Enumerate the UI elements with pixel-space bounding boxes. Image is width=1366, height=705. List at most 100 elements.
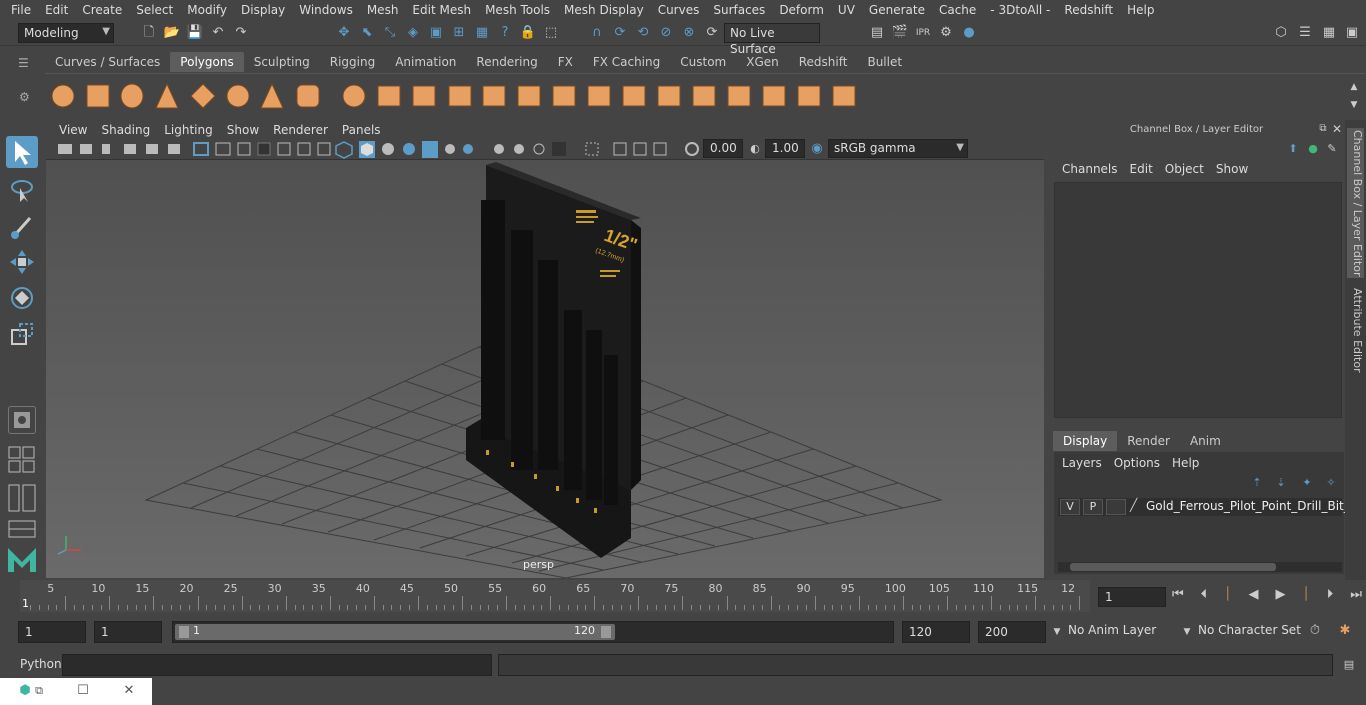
lasso-icon[interactable]: ⟳ bbox=[611, 24, 629, 42]
menu-cache[interactable]: Cache bbox=[932, 3, 983, 17]
menu-generate[interactable]: Generate bbox=[862, 3, 932, 17]
menu-select[interactable]: Select bbox=[129, 3, 180, 17]
menu-display[interactable]: Display bbox=[234, 3, 292, 17]
exposure-field[interactable]: 0.00 bbox=[703, 139, 743, 158]
lock-icon[interactable]: 🔒 bbox=[519, 24, 537, 42]
four-view-icon[interactable] bbox=[8, 446, 36, 474]
select-by-object-icon[interactable]: ⬉ bbox=[358, 24, 376, 42]
menu-modify[interactable]: Modify bbox=[180, 3, 234, 17]
colorspace-dropdown[interactable]: sRGB gamma ▼ bbox=[828, 139, 968, 158]
new-layer-icon[interactable]: ✦ bbox=[1298, 474, 1316, 492]
close-panel-icon[interactable]: ✕ bbox=[1328, 120, 1346, 138]
menu--3dtoall-[interactable]: - 3DtoAll - bbox=[983, 3, 1057, 17]
layer-row[interactable]: V P ╱ Gold_Ferrous_Pilot_Point_Drill_Bit… bbox=[1058, 498, 1365, 516]
range-slider-handle[interactable]: 1 120 bbox=[175, 624, 615, 640]
color-management-icon[interactable]: ◉ bbox=[808, 140, 826, 158]
menu-curves[interactable]: Curves bbox=[651, 3, 707, 17]
layer-visibility-toggle[interactable]: V bbox=[1060, 499, 1080, 515]
viewport-menu-show[interactable]: Show bbox=[220, 123, 266, 137]
menu-help[interactable]: Help bbox=[1120, 3, 1161, 17]
help-icon[interactable]: ? bbox=[496, 24, 514, 42]
workspace-icon[interactable]: ⬡ bbox=[1272, 24, 1290, 42]
layer-tab-display[interactable]: Display bbox=[1053, 431, 1118, 451]
step-back-key-icon[interactable]: ⏴ bbox=[1201, 587, 1208, 607]
step-forward-key-icon[interactable]: ⏵ bbox=[1327, 587, 1334, 607]
move-tool-icon[interactable] bbox=[6, 246, 38, 278]
magnet-icon[interactable]: ∩ bbox=[588, 24, 606, 42]
menu-edit[interactable]: Edit bbox=[38, 3, 75, 17]
gamma-icon[interactable]: ◐ bbox=[746, 140, 764, 158]
channel-menu-object[interactable]: Object bbox=[1159, 162, 1210, 176]
viewport-menu-shading[interactable]: Shading bbox=[94, 123, 157, 137]
shelf-scroll-down-icon[interactable]: ▼ bbox=[1345, 96, 1363, 114]
script-language-label[interactable]: Python bbox=[20, 657, 62, 671]
outliner-layout-icon[interactable] bbox=[8, 520, 36, 538]
scene-start-field[interactable]: 1 bbox=[18, 621, 86, 643]
toggle-attribute-icon[interactable]: ▦ bbox=[1320, 24, 1338, 42]
current-frame-field[interactable]: 1 bbox=[1098, 587, 1166, 607]
new-layer-selected-icon[interactable]: ✧ bbox=[1322, 474, 1340, 492]
go-to-end-icon[interactable]: ⏭ bbox=[1350, 587, 1362, 607]
tab-custom[interactable]: Custom bbox=[670, 52, 736, 72]
play-forwards-icon[interactable]: ▶ bbox=[1275, 587, 1285, 607]
maximize-window-icon[interactable]: ☐ bbox=[74, 682, 92, 700]
scene-end-field[interactable]: 200 bbox=[978, 621, 1046, 643]
command-input[interactable] bbox=[62, 654, 492, 676]
paint-select-tool-icon[interactable] bbox=[6, 210, 38, 242]
tab-rigging[interactable]: Rigging bbox=[320, 52, 385, 72]
shelf-scroll-up-icon[interactable]: ▲ bbox=[1345, 78, 1363, 96]
layer-menu-help[interactable]: Help bbox=[1166, 456, 1205, 470]
pick-icon[interactable]: ⬚ bbox=[542, 24, 560, 42]
timeline-ruler[interactable]: 5 10 15 20 25 30 35 40 45 50 55 60 65 70 75 80 85 90 95 100… bbox=[20, 580, 1090, 612]
layer-menu-layers[interactable]: Layers bbox=[1056, 456, 1108, 470]
chevron-down-icon[interactable]: ▼ bbox=[1178, 623, 1196, 641]
viewport-menu-renderer[interactable]: Renderer bbox=[266, 123, 335, 137]
close-window-icon[interactable]: ✕ bbox=[120, 682, 138, 700]
snap-grid-icon[interactable]: ◈ bbox=[404, 24, 422, 42]
paint-select-icon[interactable]: ⟲ bbox=[634, 24, 652, 42]
move-layer-down-icon[interactable]: ⇣ bbox=[1272, 474, 1290, 492]
tab-bullet[interactable]: Bullet bbox=[857, 52, 912, 72]
symmetry-icon[interactable]: ⊗ bbox=[680, 24, 698, 42]
menu-uv[interactable]: UV bbox=[831, 3, 862, 17]
toggle-channelbox-icon[interactable]: ▣ bbox=[1343, 24, 1361, 42]
range-handle-right[interactable] bbox=[601, 626, 611, 638]
layer-tab-render[interactable]: Render bbox=[1117, 431, 1180, 451]
playback-end-field[interactable]: 120 bbox=[902, 621, 970, 643]
shelf-settings-icon[interactable]: ⚙ bbox=[19, 90, 30, 104]
tab-polygons[interactable]: Polygons bbox=[170, 52, 244, 72]
tab-redshift[interactable]: Redshift bbox=[789, 52, 858, 72]
channel-menu-show[interactable]: Show bbox=[1210, 162, 1254, 176]
channel-menu-edit[interactable]: Edit bbox=[1124, 162, 1159, 176]
select-by-component-icon[interactable]: ⤡ bbox=[381, 24, 399, 42]
snap-view-icon[interactable]: ▦ bbox=[473, 24, 491, 42]
menu-create[interactable]: Create bbox=[75, 3, 129, 17]
lasso-tool-icon[interactable] bbox=[6, 174, 38, 206]
layer-type-toggle[interactable] bbox=[1106, 499, 1126, 515]
tab-xgen[interactable]: XGen bbox=[736, 52, 789, 72]
playback-start-field[interactable]: 1 bbox=[94, 621, 162, 643]
save-scene-icon[interactable]: 💾 bbox=[186, 24, 204, 42]
soft-select-icon[interactable]: ⊘ bbox=[657, 24, 675, 42]
menu-edit-mesh[interactable]: Edit Mesh bbox=[405, 3, 478, 17]
layer-menu-options[interactable]: Options bbox=[1108, 456, 1166, 470]
go-to-start-icon[interactable]: ⏮ bbox=[1172, 587, 1184, 607]
menu-mesh-display[interactable]: Mesh Display bbox=[557, 3, 651, 17]
gamma-field[interactable]: 1.00 bbox=[765, 139, 805, 158]
viewport-menu-view[interactable]: View bbox=[52, 123, 94, 137]
anim-layer-dropdown[interactable]: No Anim Layer bbox=[1068, 623, 1156, 637]
rotate-tool-icon[interactable] bbox=[6, 282, 38, 314]
range-slider-track[interactable]: 1 120 bbox=[172, 621, 894, 643]
tab-fx-caching[interactable]: FX Caching bbox=[583, 52, 670, 72]
tab-channel-box[interactable]: Channel Box / Layer Editor bbox=[1347, 128, 1364, 278]
single-view-icon[interactable] bbox=[8, 406, 36, 434]
character-set-dropdown[interactable]: No Character Set bbox=[1198, 623, 1301, 637]
perspective-viewport[interactable]: 1/2" (12.7mm) persp bbox=[46, 160, 1044, 578]
script-editor-icon[interactable]: ▤ bbox=[1340, 656, 1358, 674]
render-view-icon[interactable]: ▤ bbox=[868, 24, 886, 42]
menu-mesh[interactable]: Mesh bbox=[360, 3, 406, 17]
channelbox-lock-icon[interactable]: ● bbox=[1304, 140, 1322, 158]
menu-deform[interactable]: Deform bbox=[772, 3, 831, 17]
toggle-ui-icon[interactable]: ☰ bbox=[1296, 24, 1314, 42]
ipr-render-icon[interactable]: IPR bbox=[914, 24, 932, 42]
